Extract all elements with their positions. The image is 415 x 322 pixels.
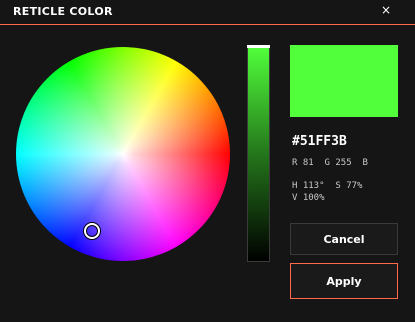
- h-label: H: [292, 181, 298, 191]
- v-readout: V 100%: [292, 193, 325, 203]
- g-value: 255: [335, 158, 352, 168]
- color-wheel[interactable]: [16, 47, 230, 261]
- cancel-button[interactable]: Cancel: [290, 223, 398, 255]
- value-slider[interactable]: [247, 45, 270, 262]
- v-label: V: [292, 193, 298, 203]
- s-value: 77%: [346, 181, 363, 191]
- h-value: 113°: [302, 181, 325, 191]
- hs-readout: H 113° S 77%: [292, 181, 362, 191]
- g-label: G: [324, 158, 330, 168]
- apply-button[interactable]: Apply: [290, 263, 398, 299]
- r-value: 81: [302, 158, 314, 168]
- s-label: S: [335, 181, 341, 191]
- title-bar: RETICLE COLOR ×: [0, 0, 415, 25]
- hex-value: #51FF3B: [292, 134, 347, 149]
- v-value: 100%: [302, 193, 325, 203]
- color-preview-swatch: [290, 45, 398, 117]
- value-slider-handle[interactable]: [247, 45, 270, 48]
- saturation-overlay: [16, 47, 230, 261]
- color-picker-cursor[interactable]: [84, 223, 100, 239]
- r-label: R: [292, 158, 298, 168]
- rgb-readout: R 81 G 255 B: [292, 158, 373, 168]
- window-title: RETICLE COLOR: [13, 5, 113, 18]
- close-icon[interactable]: ×: [379, 2, 393, 18]
- b-label: B: [362, 158, 368, 168]
